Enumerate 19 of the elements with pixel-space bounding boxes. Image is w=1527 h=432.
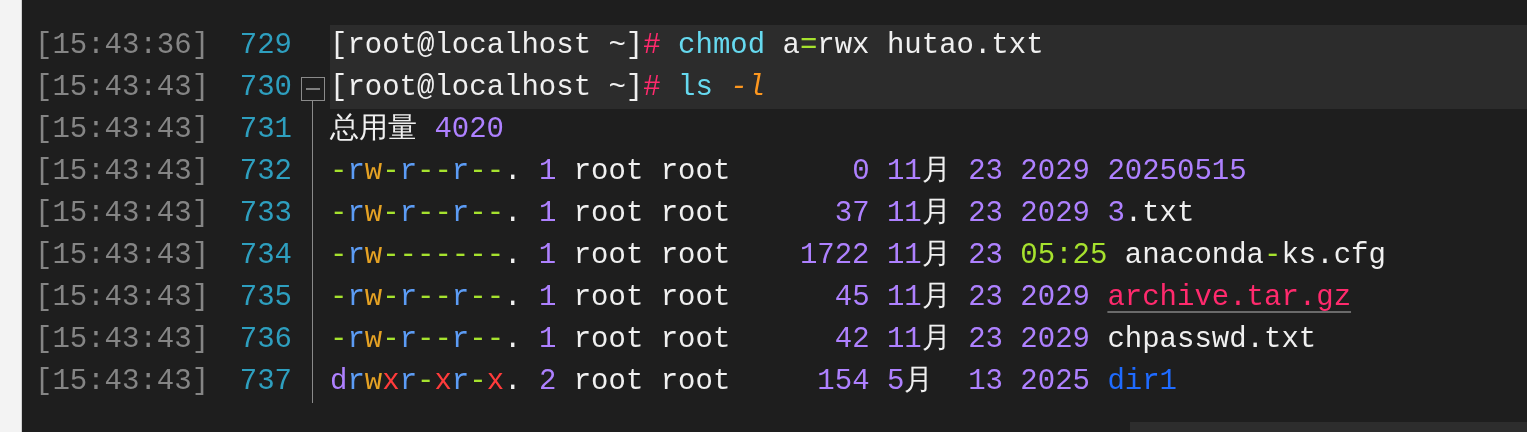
timestamp: [15:43:43] (35, 154, 211, 190)
line-number: 732 (238, 154, 292, 190)
timestamp: [15:43:43] (35, 364, 211, 400)
timestamp: [15:43:43] (35, 70, 211, 106)
line-number: 729 (238, 28, 292, 64)
timestamp: [15:43:36] (35, 28, 211, 64)
timestamp: [15:43:43] (35, 280, 211, 316)
line-number: 731 (238, 112, 292, 148)
timestamp: [15:43:43] (35, 112, 211, 148)
line-number: 736 (238, 322, 292, 358)
timestamp: [15:43:43] (35, 322, 211, 358)
line-number: 733 (238, 196, 292, 232)
line-number: 730 (238, 70, 292, 106)
timestamp: [15:43:43] (35, 196, 211, 232)
timestamp: [15:43:43] (35, 238, 211, 274)
line-number: 734 (238, 238, 292, 274)
collapse-icon[interactable] (301, 77, 325, 101)
line-number: 737 (238, 364, 292, 400)
line-number: 735 (238, 280, 292, 316)
